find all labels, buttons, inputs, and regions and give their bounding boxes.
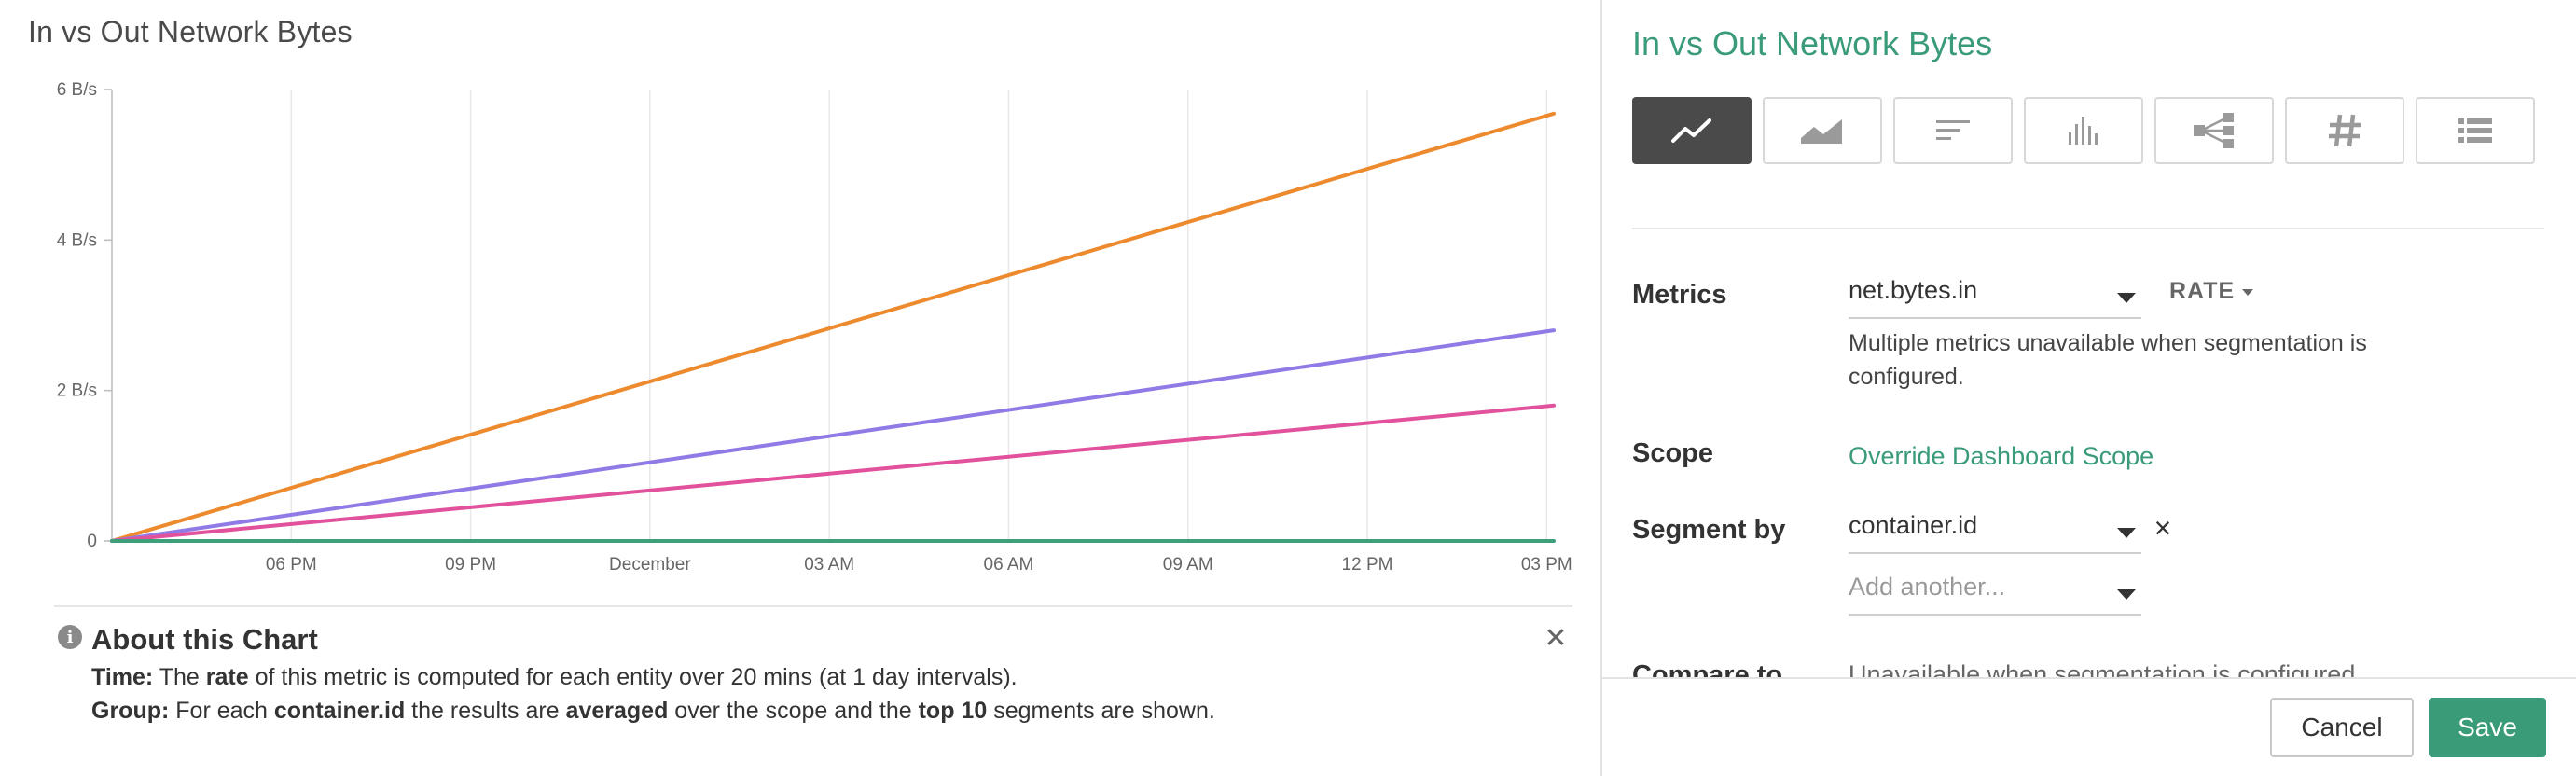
metrics-label: Metrics [1632, 280, 1727, 310]
y-tick-label: 0 [87, 532, 97, 551]
group-top: top 10 [918, 698, 988, 724]
chart-series [110, 111, 1556, 543]
cancel-button[interactable]: Cancel [2270, 698, 2414, 757]
viz-area-button[interactable] [1763, 97, 1882, 164]
x-tick-label: December [609, 555, 691, 575]
group-entity: container.id [273, 698, 406, 724]
rate-dropdown-label: RATE [2169, 278, 2236, 304]
group-text-4: segments are shown. [993, 698, 1215, 724]
caret-down-icon [2242, 288, 2254, 296]
editor-scroll-clip: Compare to Unavailable when segmentation… [1602, 653, 2576, 677]
number-icon [2329, 114, 2361, 147]
time-rate: rate [205, 664, 249, 690]
x-tick-label: 09 AM [1163, 555, 1213, 575]
y-tick-label: 2 B/s [57, 381, 97, 401]
metrics-help-text: Multiple metrics unavailable when segmen… [1849, 330, 2367, 390]
about-chart-heading: About this Chart [91, 623, 318, 656]
scope-label: Scope [1632, 438, 1714, 468]
histogram-icon [2069, 117, 2098, 145]
viz-histogram-button[interactable] [2024, 97, 2143, 164]
add-segment-placeholder: Add another... [1849, 573, 2006, 601]
table-icon [2458, 118, 2492, 143]
compare-to-label: Compare to [1632, 660, 1783, 677]
compare-to-value: Unavailable when segmentation is configu… [1849, 660, 2356, 677]
x-tick-label: 06 PM [266, 555, 317, 575]
segment-by-label: Segment by [1632, 515, 1786, 545]
x-tick-label: 03 AM [804, 555, 854, 575]
rate-dropdown[interactable]: RATE [2169, 278, 2254, 305]
group-aggregation: averaged [565, 698, 669, 724]
metric-select[interactable]: net.bytes.in [1849, 274, 2141, 319]
time-label: Time: [91, 664, 154, 690]
toplist-icon [1936, 120, 1970, 140]
about-time-line: Time: The rate of this metric is compute… [91, 664, 1018, 691]
group-text-3: over the scope and the [674, 698, 912, 724]
editor-footer: Cancel Save [1602, 677, 2576, 776]
viz-table-button[interactable] [2416, 97, 2535, 164]
line-chart-icon [1671, 118, 1711, 143]
series-line-2[interactable] [110, 328, 1556, 543]
area-chart-icon [1801, 119, 1842, 144]
about-divider [54, 605, 1572, 607]
time-text-1: The [159, 664, 200, 690]
segment-select-value: container.id [1849, 511, 1978, 539]
about-chart-box: i About this Chart ✕ Time: The rate of t… [54, 619, 1574, 741]
editor-title[interactable]: In vs Out Network Bytes [1632, 24, 1992, 63]
x-tick-label: 09 PM [445, 555, 496, 575]
close-icon[interactable]: ✕ [1537, 619, 1574, 657]
chart-grid [290, 90, 1548, 541]
chevron-down-icon [2117, 293, 2136, 303]
info-icon: i [58, 625, 82, 649]
chart-axes: 06 PM 09 PM December 03 AM 06 AM 09 AM 12 PM 03… [57, 80, 1572, 575]
y-tick-label: 4 B/s [57, 230, 97, 250]
save-button[interactable]: Save [2429, 698, 2546, 757]
viz-topology-button[interactable] [2154, 97, 2274, 164]
segment-select[interactable]: container.id [1849, 509, 2141, 554]
chart-editor-panel: In vs Out Network Bytes Metrics net.byte… [1600, 0, 2576, 776]
override-scope-link[interactable]: Override Dashboard Scope [1849, 442, 2154, 471]
metric-select-value: net.bytes.in [1849, 276, 1978, 304]
add-segment-select[interactable]: Add another... [1849, 571, 2141, 616]
remove-segment-icon[interactable]: × [2149, 509, 2177, 547]
topology-icon [2194, 113, 2234, 148]
series-line-1[interactable] [110, 111, 1556, 543]
chevron-down-icon [2117, 589, 2136, 600]
visualization-picker [1632, 97, 2546, 164]
chart-panel: In vs Out Network Bytes 06 PM 09 PM Decemb… [0, 0, 1600, 776]
group-label: Group: [91, 698, 170, 724]
x-tick-label: 12 PM [1342, 555, 1393, 575]
x-tick-label: 03 PM [1521, 555, 1572, 575]
editor-divider [1632, 228, 2544, 229]
time-text-2: of this metric is computed for each enti… [255, 664, 1018, 690]
group-text-1: For each [175, 698, 268, 724]
series-line-3[interactable] [110, 403, 1556, 543]
x-tick-label: 06 AM [984, 555, 1034, 575]
y-tick-label: 6 B/s [57, 80, 97, 100]
about-group-line: Group: For each container.id the results… [91, 698, 1215, 725]
viz-toplist-button[interactable] [1893, 97, 2013, 164]
viz-line-button[interactable] [1632, 97, 1752, 164]
group-text-2: the results are [411, 698, 560, 724]
chevron-down-icon [2117, 528, 2136, 538]
viz-number-button[interactable] [2285, 97, 2404, 164]
line-chart: 06 PM 09 PM December 03 AM 06 AM 09 AM 12 PM 03… [57, 80, 1572, 575]
